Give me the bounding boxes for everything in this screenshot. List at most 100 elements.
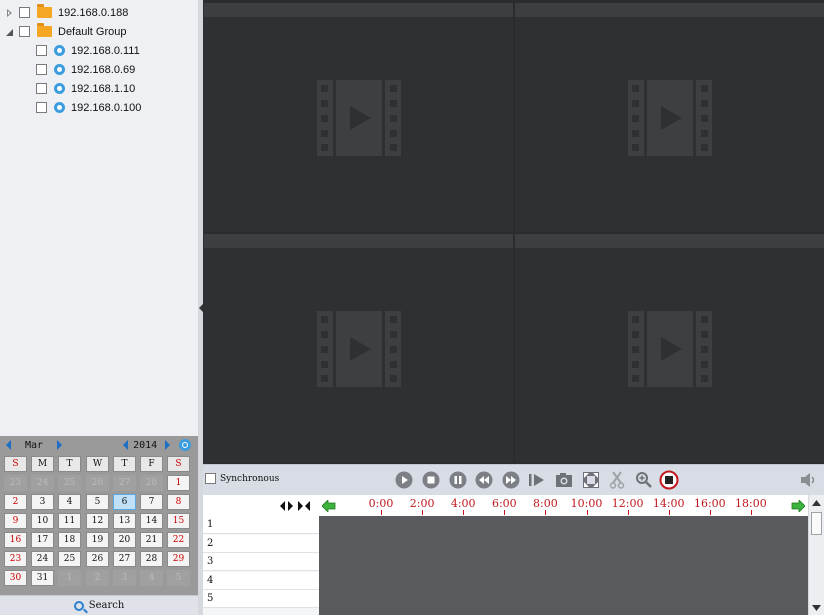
tree-checkbox[interactable]	[36, 83, 47, 94]
synchronous-checkbox[interactable]	[205, 473, 216, 484]
calendar-day-outside: 3	[113, 570, 136, 586]
tree-node-camera[interactable]: 192.168.0.100	[36, 98, 141, 117]
play-icon[interactable]	[395, 471, 413, 489]
calendar-day[interactable]: 25	[58, 551, 81, 567]
calendar-day[interactable]: 30	[4, 570, 27, 586]
synchronous-toggle[interactable]: Synchronous	[205, 473, 279, 484]
scroll-down-icon[interactable]	[812, 605, 821, 611]
calendar-day[interactable]: 27	[113, 551, 136, 567]
next-year-icon[interactable]	[165, 440, 171, 450]
calendar-day[interactable]: 29	[167, 551, 190, 567]
calendar-day[interactable]: 23	[4, 551, 27, 567]
expand-arrow-icon[interactable]	[5, 8, 15, 18]
timeline-back-icon[interactable]	[322, 500, 336, 512]
video-placeholder-icon	[627, 310, 712, 387]
timeline-track[interactable]	[319, 516, 808, 615]
calendar-day[interactable]: 11	[58, 513, 81, 529]
calendar-day[interactable]: 7	[140, 494, 163, 510]
calendar-day[interactable]: 17	[31, 532, 54, 548]
tree-checkbox[interactable]	[36, 45, 47, 56]
scroll-up-icon[interactable]	[812, 500, 821, 506]
prev-year-icon[interactable]	[123, 440, 129, 450]
collapse-arrow-icon[interactable]	[5, 27, 15, 37]
rewind-icon[interactable]	[475, 471, 493, 489]
calendar-day[interactable]: 22	[167, 532, 190, 548]
calendar-day[interactable]: 1	[167, 475, 190, 491]
calendar-day[interactable]: 18	[58, 532, 81, 548]
calendar-day[interactable]: 20	[113, 532, 136, 548]
channel-row[interactable]: 2	[203, 534, 319, 553]
tree-node-camera[interactable]: 192.168.0.69	[36, 60, 135, 79]
prev-month-icon[interactable]	[6, 440, 11, 450]
weekday-header: T	[113, 456, 136, 472]
tree-node-folder[interactable]: Default Group	[5, 22, 126, 41]
calendar-day[interactable]: 16	[4, 532, 27, 548]
calendar-day-outside: 2	[86, 570, 109, 586]
video-grid	[203, 0, 824, 464]
zoom-range-icon[interactable]	[279, 499, 319, 513]
fast-forward-icon[interactable]	[502, 471, 520, 489]
calendar-day[interactable]: 24	[31, 551, 54, 567]
timeline-forward-icon[interactable]	[791, 500, 805, 512]
tree-node-camera[interactable]: 192.168.0.111	[36, 41, 140, 60]
video-pane[interactable]	[515, 234, 824, 463]
record-stop-icon[interactable]	[659, 470, 679, 490]
calendar-day[interactable]: 9	[4, 513, 27, 529]
tree-checkbox[interactable]	[36, 102, 47, 113]
calendar-day[interactable]: 5	[86, 494, 109, 510]
stop-icon[interactable]	[422, 471, 440, 489]
calendar-year: 2014	[133, 439, 158, 451]
calendar-day[interactable]: 8	[167, 494, 190, 510]
camera-icon	[54, 64, 65, 75]
calendar-header: Mar 2014	[0, 436, 198, 454]
video-pane[interactable]	[204, 3, 513, 232]
timeline-ruler: 0:00 2:00 4:00 6:00 8:00 10:00 12:00 14:00 16:00…	[203, 495, 824, 516]
calendar-day[interactable]: 4	[58, 494, 81, 510]
calendar-day[interactable]: 15	[167, 513, 190, 529]
tree-checkbox[interactable]	[19, 7, 30, 18]
calendar-day[interactable]: 3	[31, 494, 54, 510]
refresh-icon[interactable]	[179, 439, 192, 451]
timeline: 0:00 2:00 4:00 6:00 8:00 10:00 12:00 14:00 16:00…	[203, 495, 824, 615]
weekday-header: S	[4, 456, 27, 472]
calendar-day[interactable]: 26	[86, 551, 109, 567]
calendar-day[interactable]: 13	[113, 513, 136, 529]
clip-icon[interactable]	[608, 471, 626, 489]
channel-row[interactable]: 3	[203, 553, 319, 571]
video-pane[interactable]	[515, 3, 824, 232]
scroll-thumb[interactable]	[811, 512, 822, 535]
tree-node-folder[interactable]: 192.168.0.188	[5, 3, 128, 22]
zoom-icon[interactable]	[635, 471, 653, 489]
calendar-day[interactable]: 28	[140, 551, 163, 567]
timeline-scrollbar[interactable]	[808, 495, 824, 615]
weekday-header: F	[140, 456, 163, 472]
step-frame-icon[interactable]	[528, 471, 546, 489]
calendar-day[interactable]: 21	[140, 532, 163, 548]
calendar-day[interactable]: 19	[86, 532, 109, 548]
next-month-icon[interactable]	[57, 440, 63, 450]
calendar-day[interactable]: 12	[86, 513, 109, 529]
video-pane-titlebar	[204, 234, 513, 248]
tree-checkbox[interactable]	[19, 26, 30, 37]
pause-icon[interactable]	[449, 471, 467, 489]
search-button[interactable]: Search	[0, 595, 198, 615]
weekday-header: M	[31, 456, 54, 472]
calendar-day[interactable]: 31	[31, 570, 54, 586]
tree-node-camera[interactable]: 192.168.1.10	[36, 79, 135, 98]
tree-checkbox[interactable]	[36, 64, 47, 75]
calendar-day[interactable]: 2	[4, 494, 27, 510]
calendar-day[interactable]: 10	[31, 513, 54, 529]
fullscreen-icon[interactable]	[582, 471, 600, 489]
snapshot-icon[interactable]	[555, 471, 573, 489]
time-tick	[709, 510, 711, 515]
video-pane[interactable]	[204, 234, 513, 463]
volume-icon[interactable]	[799, 471, 817, 489]
channel-row[interactable]: 4	[203, 571, 319, 590]
time-tick-label: 16:00	[693, 497, 726, 510]
calendar-day[interactable]: 14	[140, 513, 163, 529]
channel-row[interactable]: 5	[203, 590, 319, 608]
calendar-day[interactable]: 6	[113, 494, 136, 510]
channel-row[interactable]: 1	[203, 516, 319, 534]
calendar-day-outside: 28	[140, 475, 163, 491]
time-tick-label: 2:00	[409, 497, 435, 510]
